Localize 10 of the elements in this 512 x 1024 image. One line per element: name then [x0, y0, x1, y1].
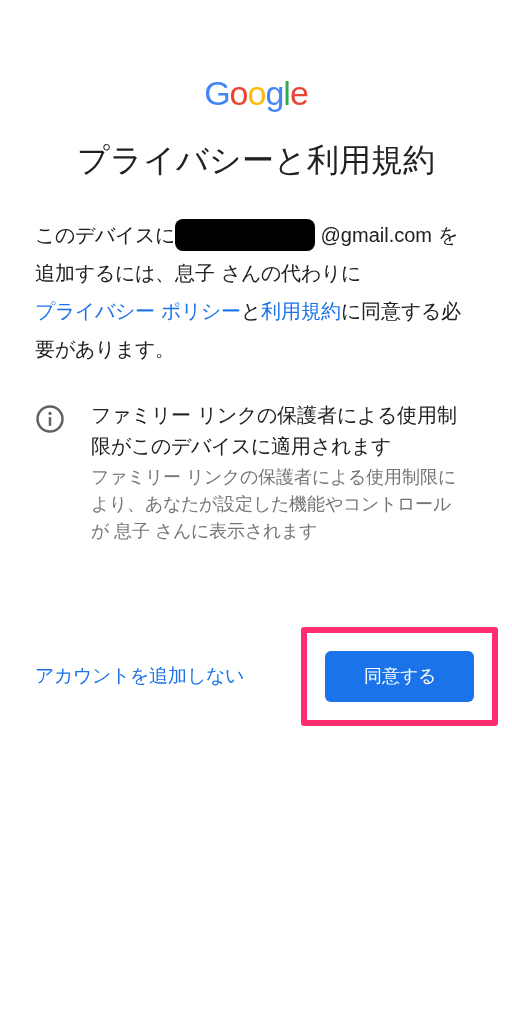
agree-button[interactable]: 同意する: [325, 651, 474, 702]
google-logo: Google: [204, 76, 308, 110]
notice-detail: ファミリー リンクの保護者による使用制限により、あなたが設定した機能やコントロールが 息子 さんに表示されます: [91, 466, 457, 543]
page-title: プライバシーと利用規約: [77, 141, 435, 180]
info-icon: [35, 404, 65, 434]
consent-text: このデバイスに @gmail.com を追加するには、息子 さんの代わりに プライバシー ポリシーと利用規約に同意する必要があります。: [35, 216, 477, 368]
skip-link[interactable]: アカウントを追加しない: [35, 662, 244, 691]
notice-title: ファミリー リンクの保護者による使用制限がこのデバイスに適用されます: [91, 403, 458, 459]
policy-link[interactable]: 利用規約: [260, 300, 341, 322]
policy-link[interactable]: プライバシー ポリシー: [35, 300, 241, 322]
